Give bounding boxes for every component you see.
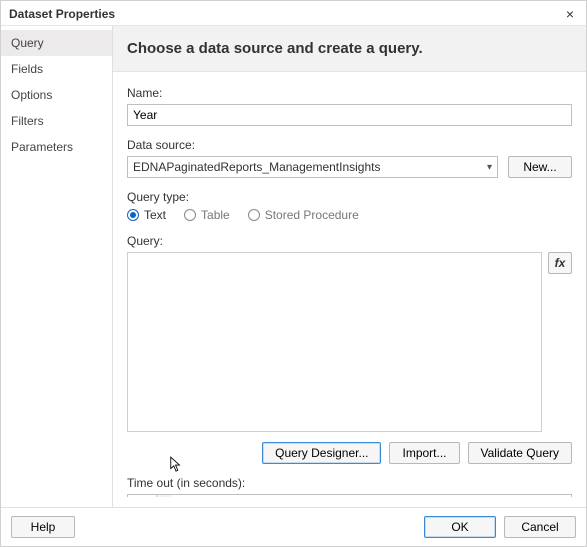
radio-stored-procedure[interactable]: Stored Procedure bbox=[248, 208, 359, 222]
sidebar-item-options[interactable]: Options bbox=[1, 82, 112, 108]
sidebar-item-label: Filters bbox=[11, 114, 44, 128]
cursor-icon bbox=[169, 456, 183, 474]
dialog-window: Dataset Properties × Query Fields Option… bbox=[0, 0, 587, 547]
name-input[interactable] bbox=[127, 104, 572, 126]
timeout-row: Time out (in seconds): ▲ ▼ bbox=[127, 476, 572, 497]
sidebar-item-label: Fields bbox=[11, 62, 43, 76]
query-type-radios: Text Table Stored Procedure bbox=[127, 208, 572, 222]
dialog-body: Query Fields Options Filters Parameters … bbox=[1, 25, 586, 507]
radio-label: Table bbox=[201, 208, 230, 222]
radio-label: Text bbox=[144, 208, 166, 222]
spinner-up-icon[interactable]: ▲ bbox=[157, 495, 171, 497]
data-source-row: Data source: EDNAPaginatedReports_Manage… bbox=[127, 138, 572, 178]
query-type-label: Query type: bbox=[127, 190, 572, 204]
radio-icon bbox=[184, 209, 196, 221]
timeout-label: Time out (in seconds): bbox=[127, 476, 572, 490]
data-source-value: EDNAPaginatedReports_ManagementInsights bbox=[133, 160, 380, 174]
radio-text[interactable]: Text bbox=[127, 208, 166, 222]
sidebar-item-parameters[interactable]: Parameters bbox=[1, 134, 112, 160]
query-textarea[interactable] bbox=[127, 252, 542, 432]
timeout-spinner[interactable]: ▲ ▼ bbox=[127, 494, 572, 497]
query-designer-button[interactable]: Query Designer... bbox=[262, 442, 381, 464]
query-label: Query: bbox=[127, 234, 572, 248]
name-row: Name: bbox=[127, 86, 572, 126]
window-title: Dataset Properties bbox=[9, 7, 115, 21]
sidebar-item-label: Options bbox=[11, 88, 52, 102]
validate-query-button[interactable]: Validate Query bbox=[468, 442, 573, 464]
main-panel: Choose a data source and create a query.… bbox=[113, 26, 586, 507]
radio-icon bbox=[127, 209, 139, 221]
chevron-down-icon: ▾ bbox=[487, 162, 492, 173]
radio-table[interactable]: Table bbox=[184, 208, 230, 222]
import-button[interactable]: Import... bbox=[389, 442, 459, 464]
name-label: Name: bbox=[127, 86, 572, 100]
titlebar: Dataset Properties × bbox=[1, 1, 586, 25]
new-data-source-button[interactable]: New... bbox=[508, 156, 572, 178]
query-row: Query: fx Query Designer... Import... Va… bbox=[127, 234, 572, 464]
query-buttons: Query Designer... Import... Validate Que… bbox=[127, 442, 572, 464]
query-type-row: Query type: Text Table Stored Procedu bbox=[127, 190, 572, 222]
timeout-input[interactable] bbox=[128, 495, 156, 497]
data-source-select[interactable]: EDNAPaginatedReports_ManagementInsights … bbox=[127, 156, 498, 178]
ok-button[interactable]: OK bbox=[424, 516, 496, 538]
sidebar-item-query[interactable]: Query bbox=[1, 30, 112, 56]
sidebar-item-label: Parameters bbox=[11, 140, 73, 154]
sidebar-item-filters[interactable]: Filters bbox=[1, 108, 112, 134]
sidebar-item-fields[interactable]: Fields bbox=[1, 56, 112, 82]
radio-label: Stored Procedure bbox=[265, 208, 359, 222]
close-icon[interactable]: × bbox=[562, 7, 578, 21]
cancel-button[interactable]: Cancel bbox=[504, 516, 576, 538]
header-strip: Choose a data source and create a query. bbox=[113, 26, 586, 72]
sidebar: Query Fields Options Filters Parameters bbox=[1, 26, 113, 507]
help-button[interactable]: Help bbox=[11, 516, 75, 538]
dialog-footer: Help OK Cancel bbox=[1, 507, 586, 546]
data-source-label: Data source: bbox=[127, 138, 572, 152]
expression-button[interactable]: fx bbox=[548, 252, 572, 274]
main-content: Name: Data source: EDNAPaginatedReports_… bbox=[127, 86, 572, 497]
page-heading: Choose a data source and create a query. bbox=[127, 40, 572, 57]
radio-icon bbox=[248, 209, 260, 221]
sidebar-item-label: Query bbox=[11, 36, 44, 50]
fx-icon: fx bbox=[555, 256, 566, 270]
